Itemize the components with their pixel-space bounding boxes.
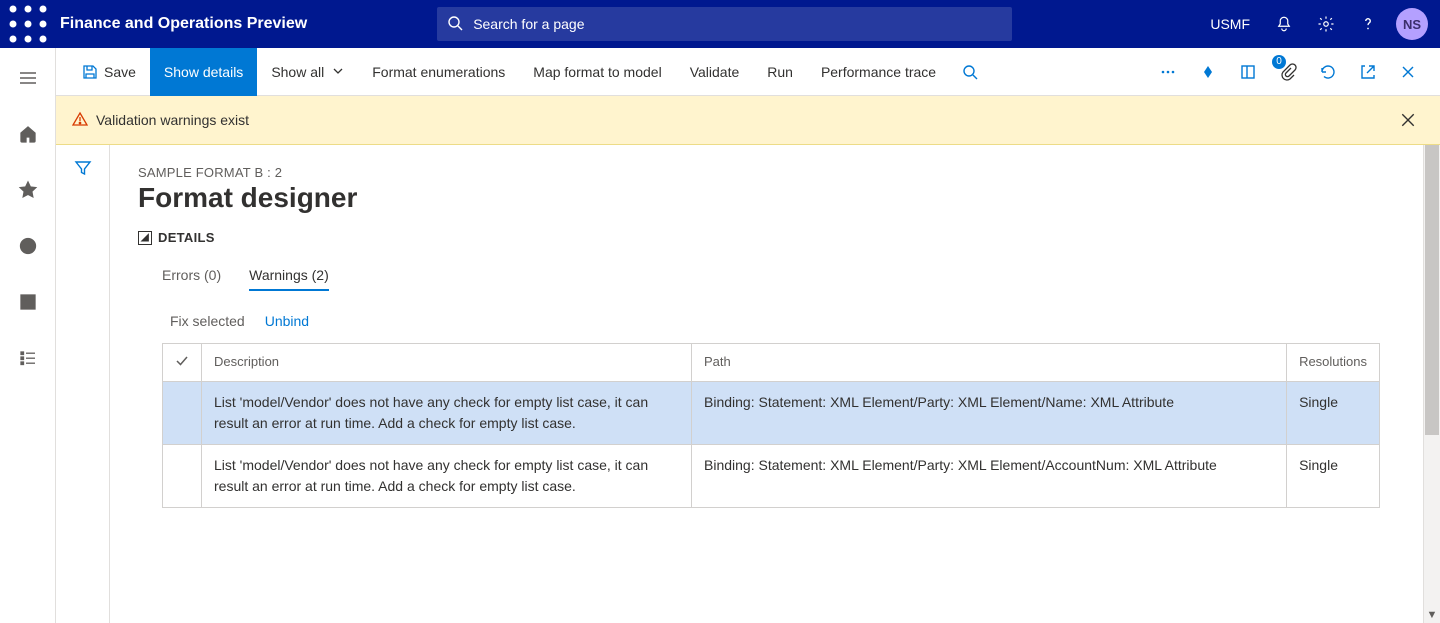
filter-icon[interactable] <box>74 159 92 623</box>
table-row[interactable]: List 'model/Vendor' does not have any ch… <box>163 445 1380 508</box>
attachments-button[interactable]: 0 <box>1268 48 1308 96</box>
workspace-icon[interactable] <box>12 286 44 318</box>
office-icon[interactable] <box>1228 48 1268 96</box>
show-all-button[interactable]: Show all <box>257 48 358 96</box>
details-tabs: Errors (0) Warnings (2) <box>138 261 1440 291</box>
bell-icon[interactable] <box>1264 0 1304 48</box>
warnings-grid: Description Path Resolutions List 'model… <box>162 343 1380 508</box>
row-checkbox[interactable] <box>163 382 202 445</box>
avatar[interactable]: NS <box>1396 8 1428 40</box>
format-enumerations-button[interactable]: Format enumerations <box>358 48 519 96</box>
save-button[interactable]: Save <box>68 48 150 96</box>
cell-resolutions: Single <box>1287 382 1380 445</box>
column-resolutions[interactable]: Resolutions <box>1287 344 1380 382</box>
left-rail <box>0 48 56 623</box>
details-section-header[interactable]: ◢ DETAILS <box>138 230 1440 245</box>
row-checkbox[interactable] <box>163 445 202 508</box>
banner-close-icon[interactable] <box>1392 104 1424 136</box>
search-placeholder: Search for a page <box>473 16 584 32</box>
warning-banner: Validation warnings exist <box>56 96 1440 145</box>
recent-icon[interactable] <box>12 230 44 262</box>
page-title: Format designer <box>138 182 1440 214</box>
find-icon[interactable] <box>950 48 990 96</box>
map-format-button[interactable]: Map format to model <box>519 48 675 96</box>
app-title: Finance and Operations Preview <box>60 15 307 33</box>
more-icon[interactable] <box>1148 48 1188 96</box>
filter-column <box>56 145 110 623</box>
table-row[interactable]: List 'model/Vendor' does not have any ch… <box>163 382 1380 445</box>
gear-icon[interactable] <box>1306 0 1346 48</box>
performance-trace-button[interactable]: Performance trace <box>807 48 950 96</box>
column-description[interactable]: Description <box>202 344 692 382</box>
home-icon[interactable] <box>12 118 44 150</box>
breadcrumb: SAMPLE FORMAT B : 2 <box>138 165 1440 180</box>
page-body: SAMPLE FORMAT B : 2 Format designer ◢ DE… <box>110 145 1440 623</box>
vertical-scrollbar[interactable]: ▼ <box>1423 145 1440 623</box>
collapse-icon: ◢ <box>138 231 152 245</box>
help-icon[interactable] <box>1348 0 1388 48</box>
close-icon[interactable] <box>1388 48 1428 96</box>
tab-warnings[interactable]: Warnings (2) <box>249 261 329 291</box>
show-details-button[interactable]: Show details <box>150 48 257 96</box>
cell-path: Binding: Statement: XML Element/Party: X… <box>692 445 1287 508</box>
column-path[interactable]: Path <box>692 344 1287 382</box>
attachments-badge: 0 <box>1272 55 1286 69</box>
fix-selected-button[interactable]: Fix selected <box>170 313 245 329</box>
unbind-button[interactable]: Unbind <box>265 313 309 329</box>
star-icon[interactable] <box>12 174 44 206</box>
scroll-down-icon[interactable]: ▼ <box>1424 606 1440 623</box>
company-code[interactable]: USMF <box>1210 16 1250 32</box>
chevron-down-icon <box>332 64 344 80</box>
scroll-thumb[interactable] <box>1425 145 1439 435</box>
action-bar: Save Show details Show all Format enumer… <box>56 48 1440 96</box>
cell-description: List 'model/Vendor' does not have any ch… <box>202 382 692 445</box>
cell-path: Binding: Statement: XML Element/Party: X… <box>692 382 1287 445</box>
warning-text: Validation warnings exist <box>96 112 249 128</box>
run-button[interactable]: Run <box>753 48 807 96</box>
select-all-checkbox[interactable] <box>163 344 202 382</box>
modules-icon[interactable] <box>12 342 44 374</box>
global-header: Finance and Operations Preview Search fo… <box>0 0 1440 48</box>
warning-triangle-icon <box>72 111 88 130</box>
refresh-icon[interactable] <box>1308 48 1348 96</box>
options-icon[interactable] <box>1188 48 1228 96</box>
global-search[interactable]: Search for a page <box>437 7 1012 41</box>
popout-icon[interactable] <box>1348 48 1388 96</box>
cell-resolutions: Single <box>1287 445 1380 508</box>
menu-icon[interactable] <box>12 62 44 94</box>
save-label: Save <box>104 64 136 80</box>
cell-description: List 'model/Vendor' does not have any ch… <box>202 445 692 508</box>
tab-errors[interactable]: Errors (0) <box>162 261 221 291</box>
validate-button[interactable]: Validate <box>676 48 754 96</box>
tab-toolbar: Fix selected Unbind <box>138 313 1440 329</box>
search-icon <box>447 15 463 34</box>
waffle-icon[interactable] <box>8 0 48 48</box>
